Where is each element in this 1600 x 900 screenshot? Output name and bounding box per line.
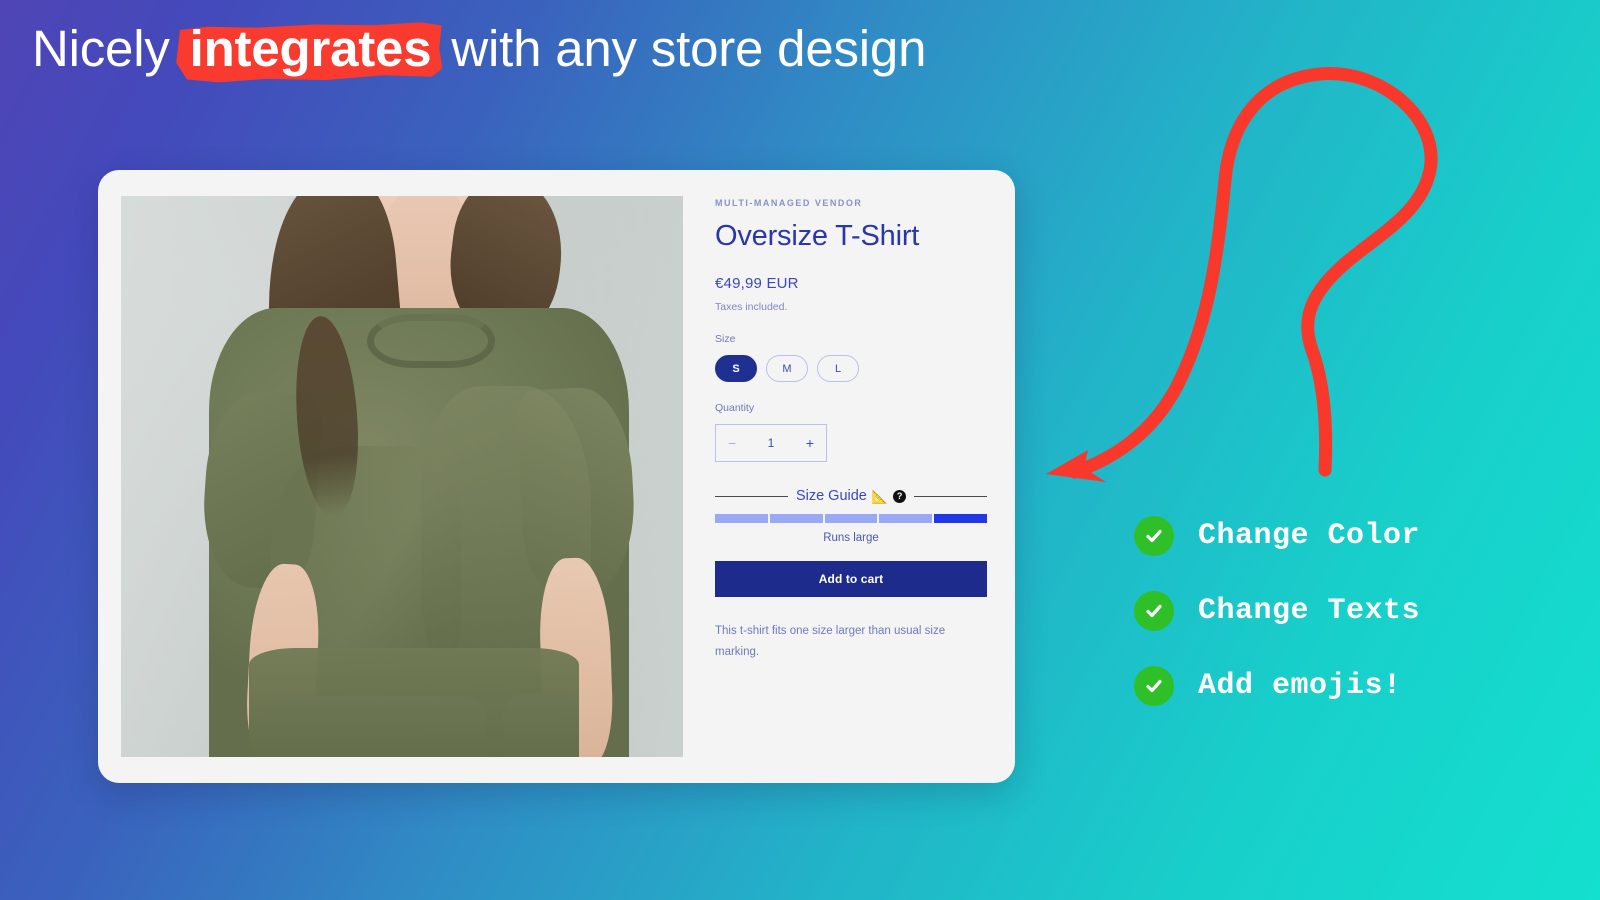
product-card: MULTI-MANAGED VENDOR Oversize T-Shirt €4…: [98, 170, 1015, 783]
checklist-item-label: Change Color: [1198, 518, 1421, 553]
headline-highlighted-word: integrates: [189, 20, 432, 77]
quantity-increase-button[interactable]: +: [806, 436, 814, 450]
scale-segment: [824, 514, 878, 523]
scale-segment-active: [934, 514, 987, 523]
quantity-value[interactable]: 1: [768, 436, 775, 450]
product-vendor: MULTI-MANAGED VENDOR: [715, 198, 863, 208]
size-option-s[interactable]: S: [715, 355, 757, 382]
help-question-icon[interactable]: ?: [893, 489, 907, 503]
scale-segment: [715, 514, 768, 523]
checklist-item-label: Add emojis!: [1198, 668, 1402, 703]
size-options: S M L: [715, 355, 995, 382]
size-guide-title: Size Guide: [795, 488, 867, 504]
feature-checklist: Change Color Change Texts Add emojis!: [1134, 498, 1534, 723]
arrow-curve: [1068, 67, 1438, 479]
checklist-item-label: Change Texts: [1198, 593, 1421, 628]
product-info-panel: MULTI-MANAGED VENDOR Oversize T-Shirt €4…: [715, 192, 995, 762]
quantity-decrease-button[interactable]: −: [728, 436, 736, 450]
product-description: This t-shirt fits one size larger than u…: [715, 625, 946, 659]
triangular-ruler-icon: 📐: [871, 488, 889, 504]
product-photo: [121, 196, 683, 757]
size-option-m[interactable]: M: [766, 355, 808, 382]
annotation-arrow: [1046, 67, 1438, 482]
tshirt-hem: [249, 648, 579, 757]
size-guide-caption: Runs large: [823, 532, 879, 544]
taxes-note: Taxes included.: [715, 301, 788, 313]
quantity-stepper[interactable]: − 1 +: [715, 424, 827, 462]
page-headline: Nicely integrates with any store design: [32, 22, 926, 76]
headline-after: with any store design: [437, 20, 927, 77]
check-circle-icon: [1134, 665, 1174, 706]
add-to-cart-button[interactable]: Add to cart: [715, 561, 987, 597]
checklist-item: Change Color: [1134, 498, 1534, 573]
check-circle-icon: [1134, 590, 1174, 631]
size-guide-divider-right: [914, 495, 987, 497]
tshirt-collar: [367, 314, 495, 368]
quantity-label: Quantity: [715, 402, 755, 414]
size-guide-divider-left: [715, 495, 788, 497]
product-title: Oversize T-Shirt: [715, 220, 920, 252]
check-circle-icon: [1134, 515, 1174, 556]
headline-before: Nicely: [32, 20, 184, 77]
size-guide-scale: [715, 514, 987, 523]
product-price: €49,99 EUR: [715, 275, 799, 292]
checklist-item: Add emojis!: [1134, 648, 1534, 723]
scale-segment: [769, 514, 823, 523]
size-option-l[interactable]: L: [817, 355, 859, 382]
size-guide-header: Size Guide 📐 ?: [715, 488, 987, 504]
size-guide-title-group: Size Guide 📐 ?: [795, 488, 907, 504]
headline-highlight-wrap: integrates: [184, 22, 438, 76]
scale-segment: [879, 514, 933, 523]
checklist-item: Change Texts: [1134, 573, 1534, 648]
size-label: Size: [715, 333, 736, 345]
